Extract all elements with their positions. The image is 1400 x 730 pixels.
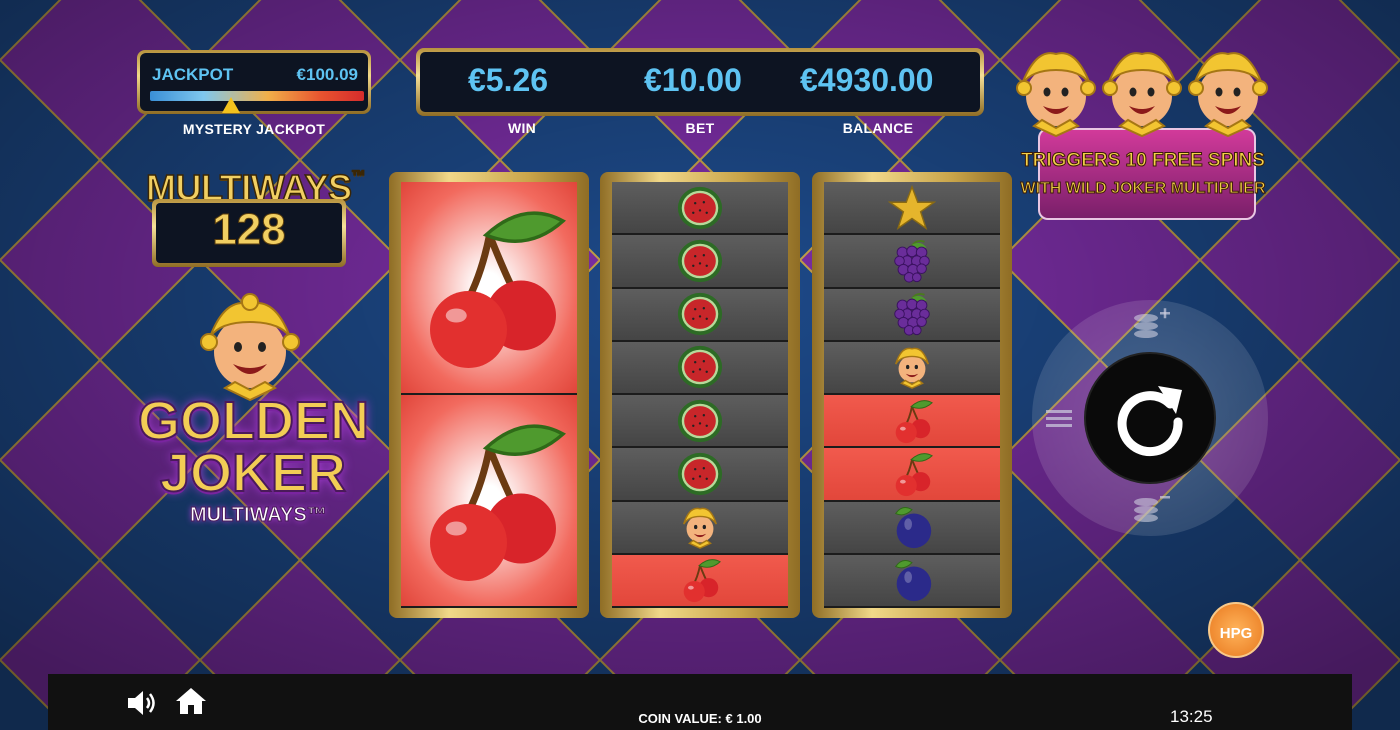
multiways-tm: ™ — [351, 166, 366, 184]
bet-value: €10.00 — [644, 62, 742, 98]
watermelon-symbol — [612, 395, 788, 449]
joker-mascot-icon — [200, 293, 300, 402]
menu-lines-icon[interactable] — [1044, 406, 1074, 430]
watermelon-icon — [677, 293, 723, 336]
logo-multiways: MULTIWAYS™ — [190, 504, 328, 527]
joker-icon — [682, 507, 718, 550]
cherry-icon — [683, 559, 721, 603]
jackpot-label: JACKPOT — [152, 65, 234, 84]
jackpot-caption: MYSTERY JACKPOT — [182, 121, 326, 137]
win-value: €5.26 — [468, 62, 549, 98]
watermelon-icon — [677, 186, 723, 229]
jackpot-value: €100.09 — [296, 65, 358, 84]
balance-label: BALANCE — [842, 120, 914, 136]
reel-3 — [812, 172, 1012, 618]
clock: 13:25 — [1170, 707, 1213, 726]
reel-2 — [600, 172, 800, 618]
star-icon — [888, 184, 936, 230]
three-joker-scatters-icon — [1016, 52, 1268, 138]
balance-value: €4930.00 — [800, 62, 934, 98]
free-spins-info-panel: TRIGGERS 10 FREE SPINS WITH WILD JOKER M… — [1012, 44, 1274, 220]
joker-symbol — [824, 341, 1000, 395]
logo-joker: JOKER — [159, 442, 347, 504]
plum-symbol — [824, 501, 1000, 555]
spin-button[interactable] — [1086, 354, 1214, 482]
watermelon-icon — [677, 452, 723, 495]
watermelon-symbol — [612, 341, 788, 395]
stats-panel: €5.26 €10.00 €4930.00 — [416, 48, 984, 116]
grapes-icon — [894, 239, 930, 283]
info-line-1: TRIGGERS 10 FREE SPINS — [1021, 150, 1266, 172]
multiways-count-box: 128 — [152, 199, 346, 267]
reel-1 — [389, 172, 589, 618]
joker-icon — [894, 348, 930, 390]
grapes-icon — [894, 293, 930, 336]
cherry-icon — [429, 424, 566, 581]
plum-icon — [894, 560, 932, 602]
watermelon-icon — [677, 239, 723, 282]
cherry-icon — [895, 399, 933, 443]
bet-label: BET — [685, 120, 715, 136]
watermelon-symbol — [612, 448, 788, 502]
cherry-symbol — [824, 448, 1000, 502]
jackpot-progress-bar — [150, 91, 364, 101]
info-line-2: WITH WILD JOKER MULTIPLIER — [1020, 180, 1266, 198]
info-plaque — [1038, 128, 1256, 220]
multiways-count: 128 — [212, 205, 286, 255]
cherry-icon — [429, 211, 566, 368]
cherry-symbol — [612, 554, 788, 608]
cherry-symbol — [401, 182, 577, 395]
grapes-symbol — [824, 288, 1000, 342]
watermelon-symbol — [612, 235, 788, 289]
coins-minus-icon[interactable] — [1128, 490, 1172, 530]
watermelon-symbol — [612, 288, 788, 342]
watermelon-icon — [677, 399, 723, 442]
grapes-symbol — [824, 235, 1000, 289]
coins-plus-icon[interactable] — [1128, 306, 1172, 346]
reel-1-window — [401, 182, 577, 608]
watermelon-icon — [677, 346, 723, 389]
cherry-icon — [895, 452, 933, 496]
plum-symbol — [824, 554, 1000, 608]
spin-arrow-icon — [1117, 386, 1183, 457]
cherry-symbol — [401, 395, 577, 608]
win-label: WIN — [507, 120, 537, 136]
hpg-brand-badge: HPG — [1208, 602, 1264, 658]
jackpot-indicator-arrow — [222, 97, 241, 113]
plum-icon — [894, 507, 932, 549]
joker-symbol — [612, 501, 788, 555]
reel-2-window — [612, 182, 788, 608]
reel-3-window — [824, 182, 1000, 608]
cherry-symbol — [824, 395, 1000, 449]
star-symbol — [824, 182, 1000, 236]
watermelon-symbol — [612, 182, 788, 236]
mystery-jackpot-meter: JACKPOT €100.09 — [137, 50, 371, 114]
game-logo: GOLDEN JOKER MULTIWAYS™ — [120, 292, 380, 532]
